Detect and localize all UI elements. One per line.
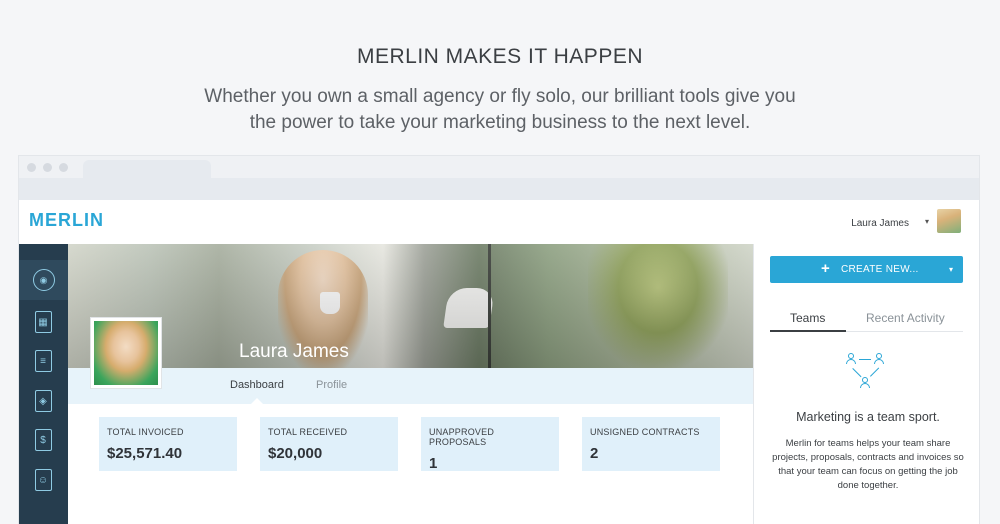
sidebar-item-contacts[interactable]: ☺ [31,468,55,492]
stat-value: $20,000 [268,445,323,462]
stat-value: 2 [590,445,599,462]
hero-subtitle-line-2: the power to take your marketing busines… [249,112,751,133]
stat-value: $25,571.40 [107,445,183,462]
banner-shade [68,244,753,368]
sidebar-item-documents[interactable]: ≡ [31,349,55,373]
sidebar: ◉ ▦ ≡ ◈ $ ☺ [19,244,68,524]
hero-subtitle-line-1: Whether you own a small agency or fly so… [204,86,796,107]
panel-tabs: Teams Recent Activity [770,302,963,332]
sidebar-item-projects[interactable]: ▦ [31,310,55,334]
profile-name: Laura James [239,341,349,362]
browser-mockup: MERLIN Laura James ▾ ◉ ▦ ≡ ◈ $ ☺ Laura J… [18,155,980,524]
user-avatar[interactable] [937,209,961,233]
connector-line [870,367,880,377]
minimize-dot[interactable] [43,163,52,172]
maximize-dot[interactable] [59,163,68,172]
documents-icon: ≡ [34,350,52,372]
panel-description: Merlin for teams helps your team share p… [772,438,964,491]
profile-avatar[interactable] [90,317,162,389]
create-new-button[interactable]: + CREATE NEW... ▾ [770,256,963,283]
stat-unsigned-contracts[interactable]: UNSIGNED CONTRACTS 2 [582,417,720,471]
profile-avatar-image [94,321,158,385]
plus-icon: + [821,260,830,277]
tab-recent-activity[interactable]: Recent Activity [866,311,945,325]
stat-value: 1 [429,455,438,472]
browser-chrome [19,156,979,180]
team-icon [844,351,888,391]
merlin-logo[interactable]: MERLIN [29,210,104,231]
window-controls [27,163,68,172]
panel-title: Marketing is a team sport. [796,410,940,424]
proposals-icon: ◈ [34,390,52,412]
projects-icon: ▦ [34,311,52,333]
connector-line [852,368,862,378]
stat-total-received[interactable]: TOTAL RECEIVED $20,000 [260,417,398,471]
contacts-icon: ☺ [34,469,52,491]
browser-address-bar [19,178,979,200]
chevron-down-icon[interactable]: ▾ [949,265,953,274]
dashboard-content: TOTAL INVOICED $25,571.40 TOTAL RECEIVED… [68,404,753,524]
stat-label: UNAPPROVED PROPOSALS [429,427,495,447]
stat-unapproved-proposals[interactable]: UNAPPROVED PROPOSALS 1 [421,417,559,472]
close-dot[interactable] [27,163,36,172]
hero-title: MERLIN MAKES IT HAPPEN [356,45,643,68]
right-panel: + CREATE NEW... ▾ Teams Recent Activity … [753,244,979,524]
connector-line [859,359,871,361]
person-icon [860,377,870,389]
sidebar-item-proposals[interactable]: ◈ [31,389,55,413]
tab-dashboard[interactable]: Dashboard [230,379,284,391]
sidebar-item-dashboard[interactable]: ◉ [19,260,68,300]
tab-teams[interactable]: Teams [790,311,825,325]
sidebar-item-invoices[interactable]: $ [31,428,55,452]
person-icon [874,353,884,365]
stat-label: TOTAL RECEIVED [268,427,348,437]
tab-profile[interactable]: Profile [316,379,347,391]
active-tab-underline [770,330,846,332]
browser-tab[interactable] [83,160,211,180]
user-menu-caret-icon[interactable]: ▾ [925,217,929,226]
dashboard-icon: ◉ [32,269,55,291]
user-menu-name[interactable]: Laura James [851,218,909,229]
stat-label: TOTAL INVOICED [107,427,184,437]
profile-tabs: Dashboard Profile [68,368,753,404]
invoices-icon: $ [34,429,52,451]
profile-banner: Laura James [68,244,753,368]
app-header: MERLIN Laura James ▾ [19,200,979,244]
person-icon [846,353,856,365]
create-new-label: CREATE NEW... [841,264,919,275]
hero-subtitle: Whether you own a small agency or fly so… [150,84,850,136]
stat-total-invoiced[interactable]: TOTAL INVOICED $25,571.40 [99,417,237,471]
stat-label: UNSIGNED CONTRACTS [590,427,700,437]
